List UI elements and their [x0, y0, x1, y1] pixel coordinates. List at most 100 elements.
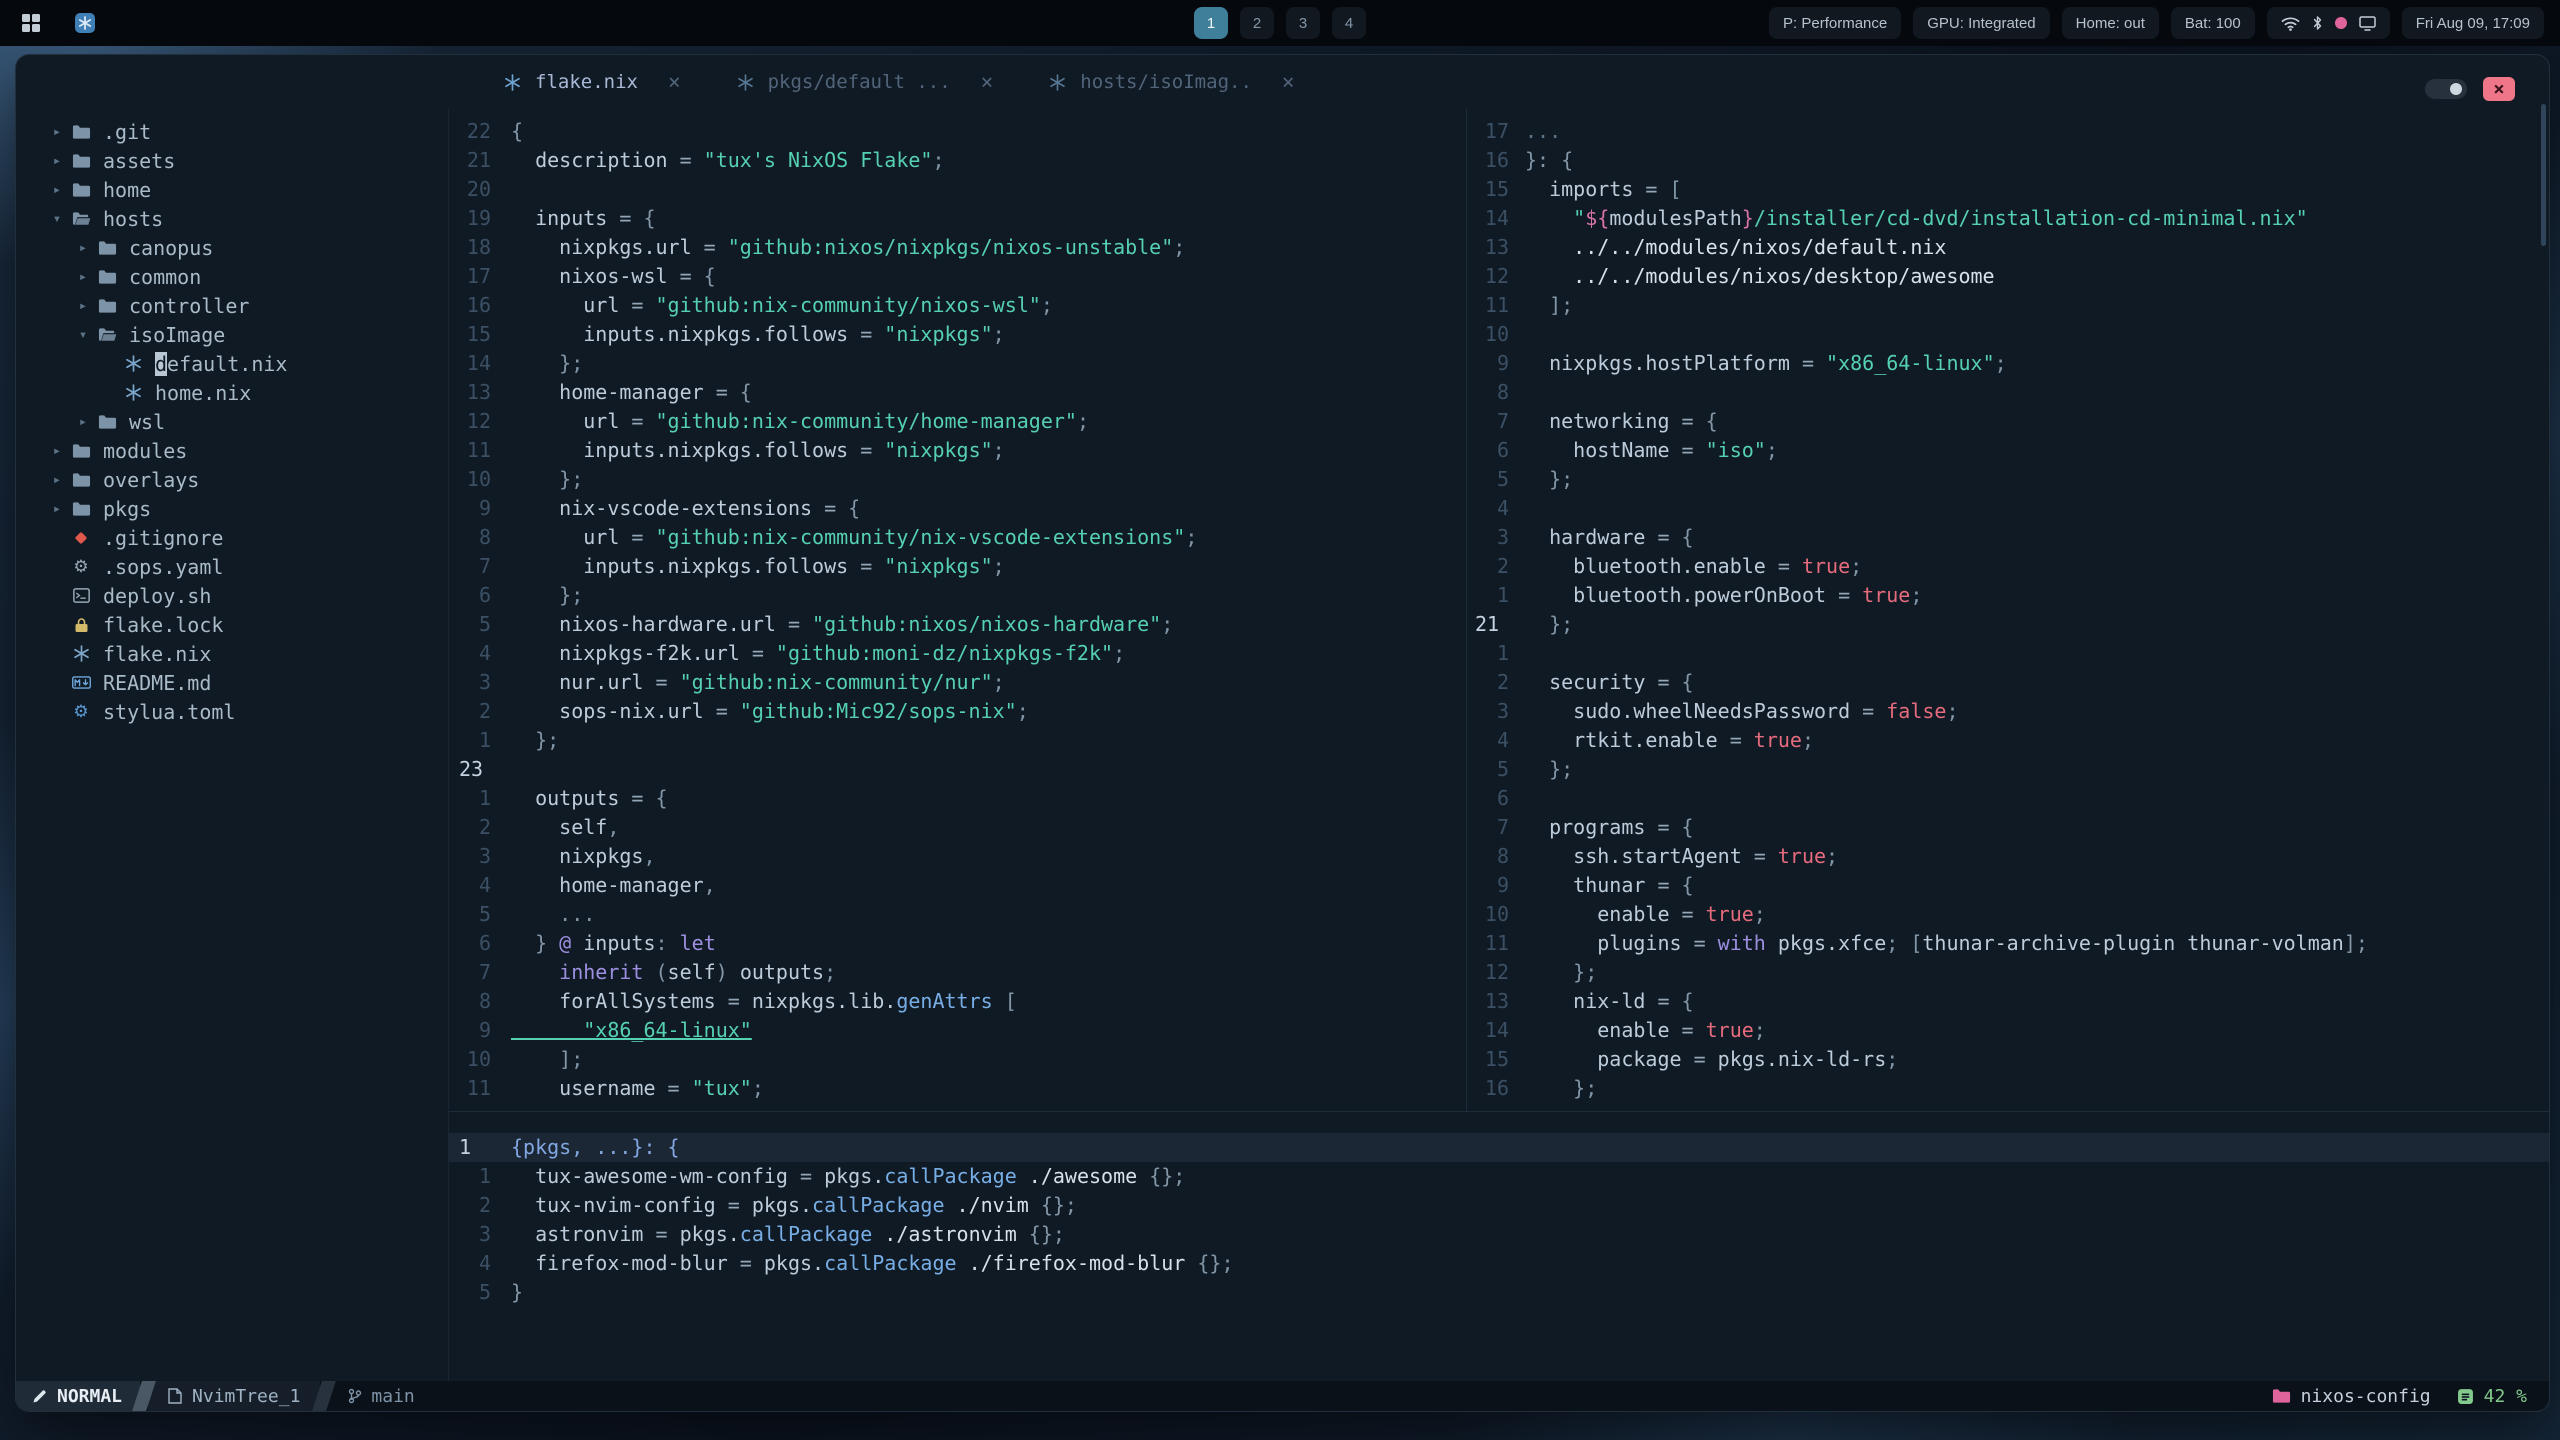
code-line[interactable]: 3 sudo.wheelNeedsPassword = false; — [1467, 697, 2549, 726]
tree-item[interactable]: ▸ modules — [16, 436, 448, 465]
code-line[interactable]: 7 inherit (self) outputs; — [449, 958, 1466, 987]
wifi-icon[interactable] — [2281, 16, 2300, 31]
code-line[interactable]: 15 imports = [ — [1467, 175, 2549, 204]
code-line[interactable]: 20 — [449, 175, 1466, 204]
editor-pane-flake[interactable]: 22{21 description = "tux's NixOS Flake";… — [449, 109, 1466, 1111]
tree-item[interactable]: ▸ home — [16, 175, 448, 204]
editor-pane-isoimage[interactable]: 17... 16}: {15 imports = [14 "${modulesPa… — [1467, 109, 2549, 1111]
tree-item[interactable]: deploy.sh — [16, 581, 448, 610]
code-line[interactable]: 3 astronvim = pkgs.callPackage ./astronv… — [449, 1220, 2549, 1249]
code-line[interactable]: 18 nixpkgs.url = "github:nixos/nixpkgs/n… — [449, 233, 1466, 262]
code-line[interactable]: 8 ssh.startAgent = true; — [1467, 842, 2549, 871]
code-line[interactable]: 2 tux-nvim-config = pkgs.callPackage ./n… — [449, 1191, 2549, 1220]
code-line[interactable]: 22 { — [449, 117, 1466, 146]
code-line[interactable]: 2 sops-nix.url = "github:Mic92/sops-nix"… — [449, 697, 1466, 726]
launcher-icon[interactable] — [16, 8, 46, 38]
code-line[interactable]: 6 hostName = "iso"; — [1467, 436, 2549, 465]
code-line[interactable]: 17 nixos-wsl = { — [449, 262, 1466, 291]
code-line[interactable]: 21 }; — [1467, 610, 2549, 639]
tree-item[interactable]: flake.lock — [16, 610, 448, 639]
code-line[interactable]: 10 ]; — [449, 1045, 1466, 1074]
tree-item[interactable]: ▸ pkgs — [16, 494, 448, 523]
editor-tab[interactable]: flake.nix × — [476, 55, 709, 109]
code-line[interactable]: 12 ../../modules/nixos/desktop/awesome — [1467, 262, 2549, 291]
code-line[interactable]: 6 }; — [449, 581, 1466, 610]
code-line[interactable]: 11 plugins = with pkgs.xfce; [thunar-arc… — [1467, 929, 2549, 958]
editor-pane-pkgs[interactable]: 1 {pkgs, ...}: {1 tux-awesome-wm-config =… — [449, 1112, 2549, 1381]
workspace-button[interactable]: 3 — [1286, 7, 1320, 39]
tree-item[interactable]: ▸ .git — [16, 117, 448, 146]
code-line[interactable]: 3 nur.url = "github:nix-community/nur"; — [449, 668, 1466, 697]
tree-item[interactable]: README.md — [16, 668, 448, 697]
code-line[interactable]: 10 }; — [449, 465, 1466, 494]
display-icon[interactable] — [2359, 15, 2376, 31]
code-line[interactable]: 23 — [449, 755, 1466, 784]
code-line[interactable]: 9 thunar = { — [1467, 871, 2549, 900]
tree-item[interactable]: ▸ assets — [16, 146, 448, 175]
code-line[interactable]: 4 nixpkgs-f2k.url = "github:moni-dz/nixp… — [449, 639, 1466, 668]
app-menu-icon[interactable] — [70, 8, 100, 38]
code-line[interactable]: 1 }; — [449, 726, 1466, 755]
code-line[interactable]: 6 — [1467, 784, 2549, 813]
code-line[interactable]: 2 self, — [449, 813, 1466, 842]
code-line[interactable]: 7 inputs.nixpkgs.follows = "nixpkgs"; — [449, 552, 1466, 581]
workspace-button[interactable]: 4 — [1332, 7, 1366, 39]
code-line[interactable]: 16 url = "github:nix-community/nixos-wsl… — [449, 291, 1466, 320]
code-line[interactable]: 7 programs = { — [1467, 813, 2549, 842]
code-line[interactable]: 12 }; — [1467, 958, 2549, 987]
code-line[interactable]: 3 hardware = { — [1467, 523, 2549, 552]
code-line[interactable]: 17... — [1467, 117, 2549, 146]
code-line[interactable]: 13 nix-ld = { — [1467, 987, 2549, 1016]
code-line[interactable]: 9 nixpkgs.hostPlatform = "x86_64-linux"; — [1467, 349, 2549, 378]
ontop-toggle[interactable] — [2425, 79, 2467, 99]
code-line[interactable]: 16}: { — [1467, 146, 2549, 175]
code-line[interactable]: 5 }; — [1467, 465, 2549, 494]
code-line[interactable]: 8 url = "github:nix-community/nix-vscode… — [449, 523, 1466, 552]
editor-tab[interactable]: hosts/isoImag.. × — [1021, 55, 1322, 109]
tree-item[interactable]: ⚙ .sops.yaml — [16, 552, 448, 581]
tree-item[interactable]: flake.nix — [16, 639, 448, 668]
code-line[interactable]: 19 inputs = { — [449, 204, 1466, 233]
code-line[interactable]: 5 ... — [449, 900, 1466, 929]
tree-item[interactable]: ▾ hosts — [16, 204, 448, 233]
tree-item[interactable]: home.nix — [16, 378, 448, 407]
code-line[interactable]: 1 bluetooth.powerOnBoot = true; — [1467, 581, 2549, 610]
code-line[interactable]: 14 enable = true; — [1467, 1016, 2549, 1045]
code-line[interactable]: 2 bluetooth.enable = true; — [1467, 552, 2549, 581]
editor-tab[interactable]: pkgs/default ... × — [709, 55, 1022, 109]
code-line[interactable]: 1 tux-awesome-wm-config = pkgs.callPacka… — [449, 1162, 2549, 1191]
tab-close-icon[interactable]: × — [981, 70, 994, 94]
code-line[interactable]: 14 "${modulesPath}/installer/cd-dvd/inst… — [1467, 204, 2549, 233]
code-line[interactable]: 6 } @ inputs: let — [449, 929, 1466, 958]
tree-item[interactable]: ▸ wsl — [16, 407, 448, 436]
code-line[interactable]: 15 inputs.nixpkgs.follows = "nixpkgs"; — [449, 320, 1466, 349]
code-line[interactable]: 4 rtkit.enable = true; — [1467, 726, 2549, 755]
code-line[interactable]: 14 }; — [449, 349, 1466, 378]
code-line[interactable]: 4 home-manager, — [449, 871, 1466, 900]
tree-item[interactable]: ⚙ stylua.toml — [16, 697, 448, 726]
code-line[interactable]: 9 nix-vscode-extensions = { — [449, 494, 1466, 523]
code-line[interactable]: 13 ../../modules/nixos/default.nix — [1467, 233, 2549, 262]
code-line[interactable]: 12 url = "github:nix-community/home-mana… — [449, 407, 1466, 436]
code-line[interactable]: 4 firefox-mod-blur = pkgs.callPackage ./… — [449, 1249, 2549, 1278]
code-line[interactable]: 21 description = "tux's NixOS Flake"; — [449, 146, 1466, 175]
code-line[interactable]: 10 — [1467, 320, 2549, 349]
status-dot-icon[interactable] — [2334, 17, 2347, 29]
code-line[interactable]: 11 inputs.nixpkgs.follows = "nixpkgs"; — [449, 436, 1466, 465]
code-line[interactable]: 4 — [1467, 494, 2549, 523]
tree-item[interactable]: ▸ common — [16, 262, 448, 291]
code-line[interactable]: 10 enable = true; — [1467, 900, 2549, 929]
tree-item[interactable]: ▸ overlays — [16, 465, 448, 494]
code-line[interactable]: 11 ]; — [1467, 291, 2549, 320]
code-line[interactable]: 7 networking = { — [1467, 407, 2549, 436]
code-line[interactable]: 16 }; — [1467, 1074, 2549, 1103]
code-line[interactable]: 1 — [1467, 639, 2549, 668]
tree-item[interactable]: .gitignore — [16, 523, 448, 552]
tab-close-icon[interactable]: × — [1282, 70, 1295, 94]
workspace-button[interactable]: 1 — [1194, 7, 1228, 39]
scrollbar-thumb[interactable] — [2541, 104, 2546, 246]
tab-close-icon[interactable]: × — [668, 70, 681, 94]
code-line[interactable]: 8 — [1467, 378, 2549, 407]
tree-item[interactable]: ▸ canopus — [16, 233, 448, 262]
tree-item[interactable]: ▸ controller — [16, 291, 448, 320]
